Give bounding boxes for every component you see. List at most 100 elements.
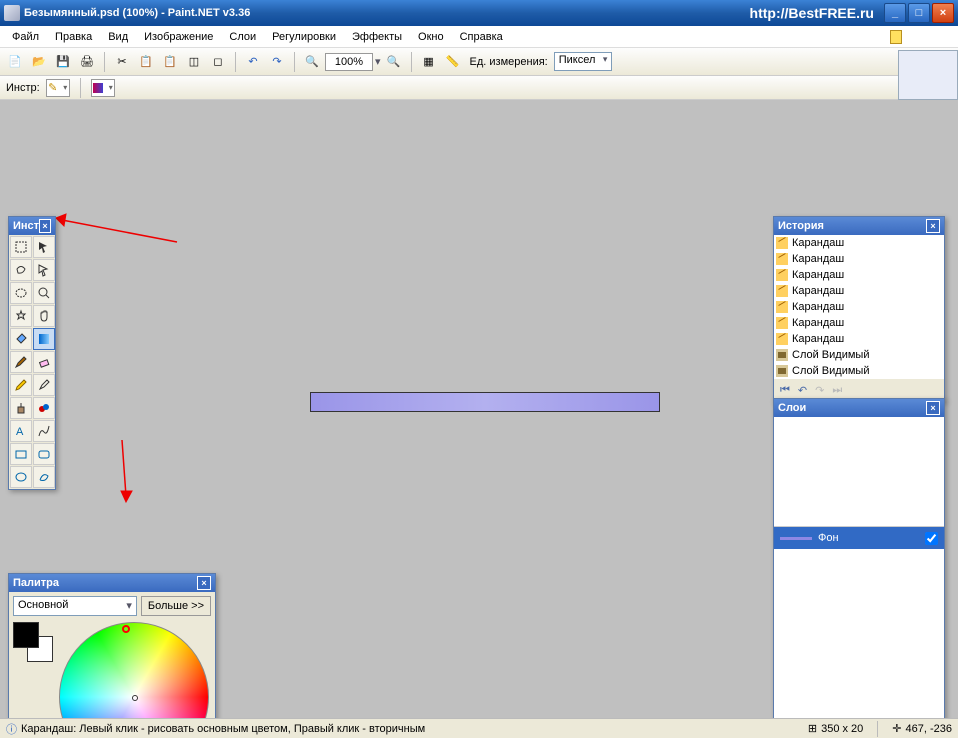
- redo-icon: ↷: [272, 55, 281, 68]
- primary-color-swatch[interactable]: [13, 622, 39, 648]
- crop-icon: ◫: [189, 55, 199, 68]
- recolor-tool[interactable]: [33, 397, 55, 419]
- line-tool[interactable]: [33, 420, 55, 442]
- history-undo-button[interactable]: ↶: [798, 384, 807, 397]
- close-button[interactable]: ×: [932, 3, 954, 23]
- layer-visible-checkbox[interactable]: [925, 532, 938, 545]
- history-item[interactable]: Карандаш: [774, 235, 944, 251]
- ruler-icon: 📏: [446, 55, 460, 68]
- lasso-tool[interactable]: [10, 259, 32, 281]
- pencil-icon: [776, 237, 788, 249]
- print-button[interactable]: 🖨: [76, 51, 98, 73]
- history-first-button[interactable]: ⏮: [780, 384, 790, 397]
- zoom-tool[interactable]: [33, 282, 55, 304]
- new-button[interactable]: 📄: [4, 51, 26, 73]
- wheel-center-marker: [132, 695, 138, 701]
- ruler-button[interactable]: 📏: [442, 51, 464, 73]
- pencil-tool[interactable]: [10, 374, 32, 396]
- tools-panel-header[interactable]: Инст ×: [9, 217, 55, 235]
- roundrect-tool[interactable]: [33, 443, 55, 465]
- main-toolbar: 📄 📂 💾 🖨 ✂ 📋 📋 ◫ ◻ ↶ ↷ 🔍 ▾ 🔍 ▦ 📏 Ед. изме…: [0, 48, 958, 76]
- paste-button[interactable]: 📋: [159, 51, 181, 73]
- menu-adjustments[interactable]: Регулировки: [264, 29, 344, 45]
- menu-help[interactable]: Справка: [452, 29, 511, 45]
- layer-row[interactable]: Фон: [774, 527, 944, 549]
- history-item[interactable]: Карандаш: [774, 267, 944, 283]
- grid-button[interactable]: ▦: [418, 51, 440, 73]
- freeform-tool[interactable]: [33, 466, 55, 488]
- zoom-in-button[interactable]: 🔍: [383, 51, 405, 73]
- move-sel-tool[interactable]: [33, 236, 55, 258]
- ellipse-select-tool[interactable]: [10, 282, 32, 304]
- history-redo-button[interactable]: ↷: [815, 384, 824, 397]
- history-item[interactable]: Карандаш: [774, 251, 944, 267]
- pencil-icon: [776, 301, 788, 313]
- minimize-button[interactable]: _: [884, 3, 906, 23]
- zoom-input[interactable]: [325, 53, 373, 71]
- menu-effects[interactable]: Эффекты: [344, 29, 410, 45]
- color-wheel[interactable]: [59, 622, 209, 718]
- history-item[interactable]: Карандаш: [774, 331, 944, 347]
- zoom-out-button[interactable]: 🔍: [301, 51, 323, 73]
- history-item[interactable]: Карандаш: [774, 299, 944, 315]
- workspace[interactable]: Инст × A: [0, 100, 958, 718]
- redo-button[interactable]: ↷: [266, 51, 288, 73]
- palette-more-button[interactable]: Больше >>: [141, 596, 211, 616]
- titlebar: Безымянный.psd (100%) - Paint.NET v3.36 …: [0, 0, 958, 26]
- fill-style-select[interactable]: [91, 79, 115, 97]
- units-select[interactable]: Пиксел: [554, 52, 613, 71]
- history-item[interactable]: Карандаш: [774, 315, 944, 331]
- open-button[interactable]: 📂: [28, 51, 50, 73]
- palette-mode-select[interactable]: Основной: [13, 596, 137, 616]
- undo-button[interactable]: ↶: [242, 51, 264, 73]
- wand-tool[interactable]: [10, 305, 32, 327]
- active-tool-select[interactable]: ✎: [46, 79, 70, 97]
- text-tool[interactable]: A: [10, 420, 32, 442]
- maximize-button[interactable]: □: [908, 3, 930, 23]
- zoom-dropdown-icon[interactable]: ▾: [375, 55, 381, 68]
- history-close-icon[interactable]: ×: [926, 219, 940, 233]
- history-item-label: Карандаш: [792, 269, 844, 281]
- rect-select-tool[interactable]: [10, 236, 32, 258]
- canvas-size: 350 x 20: [821, 723, 863, 735]
- deselect-button[interactable]: ◻: [207, 51, 229, 73]
- color-swatches[interactable]: [13, 622, 53, 662]
- menu-view[interactable]: Вид: [100, 29, 136, 45]
- save-button[interactable]: 💾: [52, 51, 74, 73]
- history-last-button[interactable]: ⏭: [832, 384, 842, 397]
- eraser-tool[interactable]: [33, 351, 55, 373]
- rect-tool[interactable]: [10, 443, 32, 465]
- menu-edit[interactable]: Правка: [47, 29, 100, 45]
- crop-button[interactable]: ◫: [183, 51, 205, 73]
- move-tool[interactable]: [33, 259, 55, 281]
- history-item[interactable]: Карандаш: [774, 283, 944, 299]
- cut-button[interactable]: ✂: [111, 51, 133, 73]
- pan-tool[interactable]: [33, 305, 55, 327]
- menu-image[interactable]: Изображение: [136, 29, 221, 45]
- tools-close-icon[interactable]: ×: [39, 219, 51, 233]
- palette-close-icon[interactable]: ×: [197, 576, 211, 590]
- gradient-tool[interactable]: [33, 328, 55, 350]
- menubar: Файл Правка Вид Изображение Слои Регулир…: [0, 26, 958, 48]
- history-header[interactable]: История ×: [774, 217, 944, 235]
- ellipse-tool[interactable]: [10, 466, 32, 488]
- picker-tool[interactable]: [33, 374, 55, 396]
- history-item[interactable]: Слой Видимый: [774, 363, 944, 379]
- history-item[interactable]: Слой Видимый: [774, 347, 944, 363]
- menu-file[interactable]: Файл: [4, 29, 47, 45]
- clone-tool[interactable]: [10, 397, 32, 419]
- layers-close-icon[interactable]: ×: [926, 401, 940, 415]
- canvas[interactable]: [310, 392, 660, 412]
- copy-button[interactable]: 📋: [135, 51, 157, 73]
- menu-window[interactable]: Окно: [410, 29, 452, 45]
- note-icon[interactable]: [890, 30, 902, 44]
- layers-header[interactable]: Слои ×: [774, 399, 944, 417]
- annotation-arrow-2: [110, 436, 140, 506]
- palette-header[interactable]: Палитра ×: [9, 574, 215, 592]
- bucket-tool[interactable]: [10, 328, 32, 350]
- history-item-label: Карандаш: [792, 317, 844, 329]
- brush-tool[interactable]: [10, 351, 32, 373]
- undo-icon: ↶: [248, 55, 257, 68]
- status-hint: Карандаш: Левый клик - рисовать основным…: [21, 723, 425, 735]
- menu-layers[interactable]: Слои: [221, 29, 264, 45]
